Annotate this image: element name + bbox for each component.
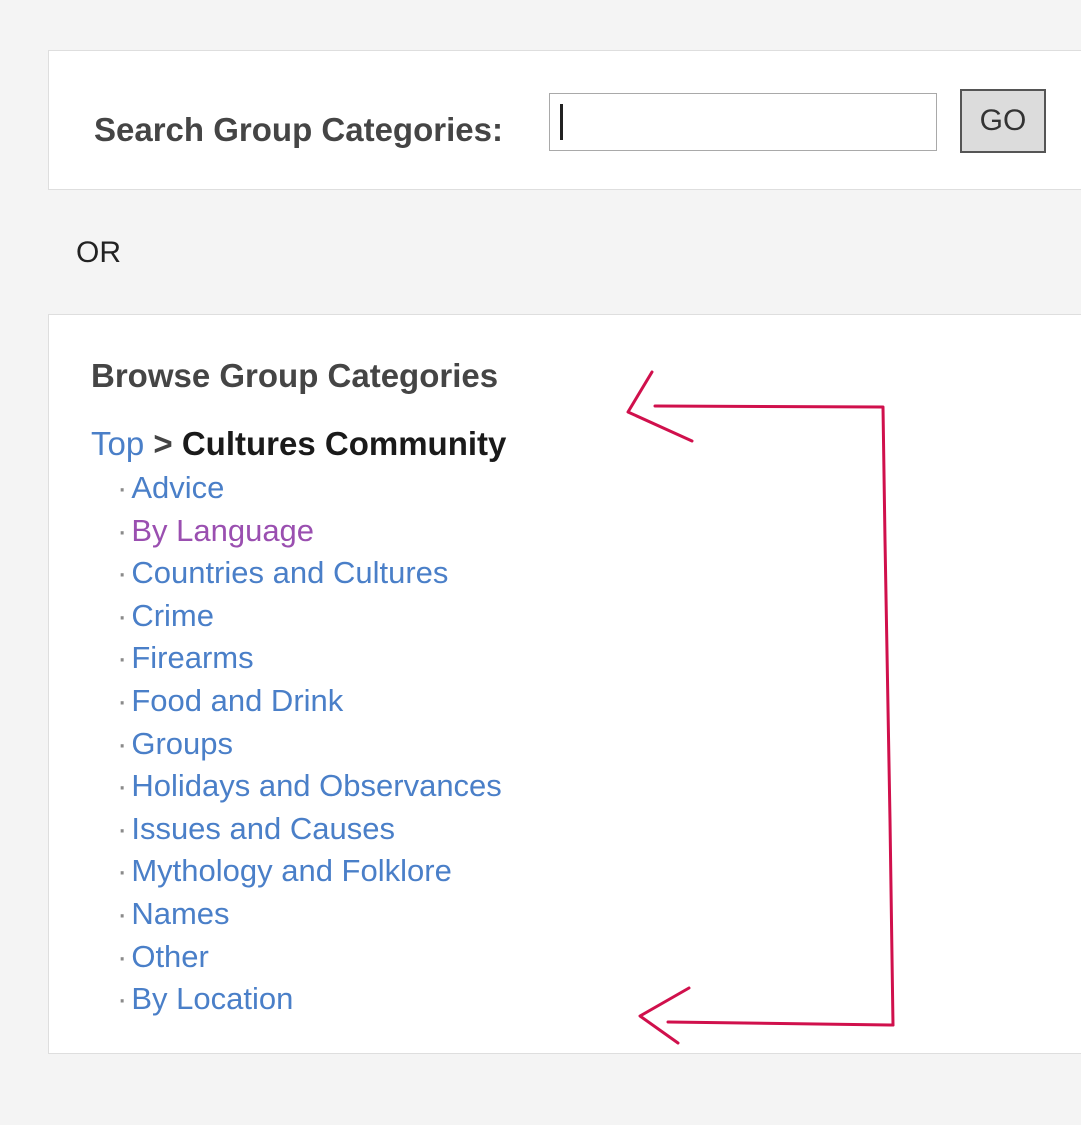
category-item: · Countries and Cultures: [117, 552, 502, 595]
category-link-food-and-drink[interactable]: Food and Drink: [131, 683, 343, 718]
bullet-icon: ·: [117, 768, 128, 804]
bullet-icon: ·: [117, 895, 128, 931]
bullet-icon: ·: [117, 512, 128, 548]
category-item: · Holidays and Observances: [117, 765, 502, 808]
category-link-countries-and-cultures[interactable]: Countries and Cultures: [131, 555, 448, 590]
text-cursor: [560, 104, 563, 140]
bullet-icon: ·: [117, 555, 128, 591]
bullet-icon: ·: [117, 470, 128, 505]
category-link-other[interactable]: Other: [131, 939, 209, 974]
breadcrumb-separator: >: [153, 425, 173, 462]
browse-panel: Browse Group Categories Top > Cultures C…: [48, 314, 1081, 1054]
category-link-holidays-and-observances[interactable]: Holidays and Observances: [131, 768, 501, 803]
bullet-icon: ·: [117, 810, 128, 846]
category-item: · Food and Drink: [117, 680, 502, 723]
category-item: · Issues and Causes: [117, 808, 502, 851]
breadcrumb-current: Cultures Community: [181, 425, 507, 462]
breadcrumb-top-link[interactable]: Top: [91, 425, 144, 462]
category-item: · Advice: [117, 467, 502, 510]
category-link-advice[interactable]: Advice: [131, 470, 224, 505]
category-link-issues-and-causes[interactable]: Issues and Causes: [131, 811, 395, 846]
category-item: · Other: [117, 936, 502, 979]
category-item: · Names: [117, 893, 502, 936]
category-item: · Groups: [117, 723, 502, 766]
category-item: · Firearms: [117, 637, 502, 680]
category-item: · By Location: [117, 978, 502, 1021]
bullet-icon: ·: [117, 682, 128, 718]
category-link-by-location[interactable]: By Location: [131, 981, 293, 1016]
category-link-by-language[interactable]: By Language: [131, 513, 314, 548]
or-separator-text: OR: [76, 236, 121, 269]
category-item: · Mythology and Folklore: [117, 850, 502, 893]
bullet-icon: ·: [117, 640, 128, 676]
category-link-mythology-and-folklore[interactable]: Mythology and Folklore: [131, 853, 452, 888]
category-item: · Crime: [117, 595, 502, 638]
bullet-icon: ·: [117, 981, 128, 1017]
bullet-icon: ·: [117, 725, 128, 761]
category-link-names[interactable]: Names: [131, 896, 229, 931]
category-item: · By Language: [117, 510, 502, 553]
category-link-crime[interactable]: Crime: [131, 598, 214, 633]
bullet-icon: ·: [117, 853, 128, 889]
breadcrumb: Top > Cultures Community: [91, 425, 506, 463]
search-label: Search Group Categories:: [94, 111, 503, 148]
search-input[interactable]: [549, 93, 937, 151]
search-panel: Search Group Categories: GO: [48, 50, 1081, 190]
go-button[interactable]: GO: [960, 89, 1046, 153]
category-link-groups[interactable]: Groups: [131, 726, 233, 761]
bullet-icon: ·: [117, 938, 128, 974]
browse-title: Browse Group Categories: [91, 357, 499, 394]
bullet-icon: ·: [117, 597, 128, 633]
category-list: · Advice · By Language · Countries and Cult…: [117, 467, 502, 1021]
category-link-firearms[interactable]: Firearms: [131, 640, 253, 675]
